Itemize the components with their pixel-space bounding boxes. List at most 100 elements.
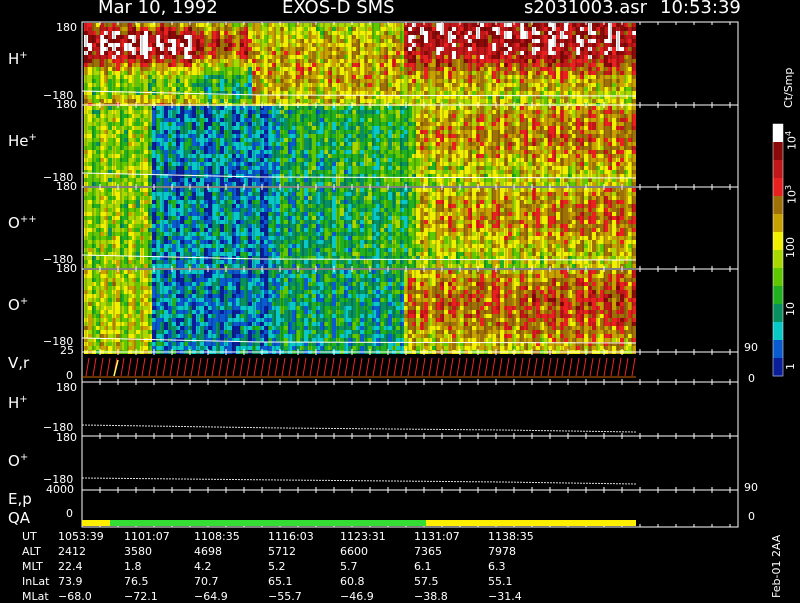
spectrogram-cell — [236, 95, 240, 99]
spectrogram-cell — [360, 43, 364, 47]
spectrogram-cell — [548, 75, 552, 79]
spectrogram-cell — [352, 146, 356, 150]
spectrogram-cell — [156, 31, 160, 35]
spectrogram-cell — [460, 130, 464, 134]
spectrogram-cell — [152, 118, 156, 122]
spectrogram-cell — [340, 134, 344, 138]
spectrogram-cell — [444, 47, 448, 51]
spectrogram-cell — [180, 27, 184, 31]
spectrogram-cell — [236, 142, 240, 146]
spectrogram-cell — [628, 67, 632, 71]
spectrogram-cell — [464, 71, 468, 75]
spectrogram-cell — [480, 154, 484, 158]
spectrogram-cell — [228, 106, 232, 110]
spectrogram-cell — [480, 35, 484, 39]
spectrogram-cell — [312, 162, 316, 166]
spectrogram-cell — [172, 126, 176, 130]
spectrogram-cell — [184, 99, 188, 103]
spectrogram-cell — [296, 39, 300, 43]
spectrogram-cell — [208, 110, 212, 114]
spectrogram-cell — [416, 150, 420, 154]
spectrogram-cell — [388, 178, 392, 182]
spectrogram-cell — [96, 47, 100, 51]
spectrogram-cell — [228, 118, 232, 122]
spectrogram-cell — [360, 91, 364, 95]
spectrogram-cell — [480, 110, 484, 114]
spectrogram-cell — [500, 59, 504, 63]
spectrogram-cell — [380, 142, 384, 146]
spectrogram-cell — [368, 91, 372, 95]
spectrogram-cell — [388, 91, 392, 95]
spectrogram-cell — [376, 63, 380, 67]
spectrogram-cell — [444, 43, 448, 47]
spectrogram-cell — [164, 31, 168, 35]
spectrogram-cell — [228, 178, 232, 182]
spectrogram-cell — [460, 162, 464, 166]
spectrogram-cell — [612, 59, 616, 63]
spectrogram-cell — [88, 130, 92, 134]
spectrogram-cell — [520, 67, 524, 71]
spectrogram-cell — [124, 182, 128, 186]
spectrogram-cell — [96, 178, 100, 182]
spectrogram-cell — [576, 75, 580, 79]
spectrogram-cell — [96, 162, 100, 166]
spectrogram-cell — [88, 31, 92, 35]
spectrogram-cell — [444, 23, 448, 27]
spectrogram-cell — [108, 174, 112, 178]
spectrogram-cell — [228, 162, 232, 166]
spectrogram-cell — [276, 138, 280, 142]
spectrogram-cell — [268, 150, 272, 154]
spectrogram-cell — [576, 43, 580, 47]
spectrogram-cell — [292, 63, 296, 67]
spectrogram-cell — [108, 23, 112, 27]
spectrogram-cell — [452, 27, 456, 31]
spectrogram-cell — [292, 75, 296, 79]
spectrogram-cell — [324, 122, 328, 126]
spectrogram-cell — [88, 150, 92, 154]
spectrogram-cell — [380, 150, 384, 154]
spectrogram-cell — [408, 122, 412, 126]
spectrogram-cell — [548, 79, 552, 83]
spectrogram-cell — [88, 146, 92, 150]
spectrogram-cell — [464, 106, 468, 110]
spectrogram-cell — [220, 166, 224, 170]
spectrogram-cell — [208, 118, 212, 122]
spectrogram-cell — [460, 59, 464, 63]
spectrogram-cell — [472, 67, 476, 71]
spectrogram-cell — [172, 162, 176, 166]
spectrogram-cell — [340, 35, 344, 39]
spectrogram-cell — [332, 91, 336, 95]
spectrogram-cell — [100, 114, 104, 118]
spectrogram-cell — [480, 39, 484, 43]
spectrogram-cell — [404, 35, 408, 39]
spectrogram-cell — [228, 114, 232, 118]
spectrogram-cell — [96, 122, 100, 126]
spectrogram-cell — [304, 182, 308, 186]
spectrogram-cell — [256, 178, 260, 182]
spectrogram-cell — [464, 126, 468, 130]
spectrogram-cell — [116, 138, 120, 142]
spectrogram-cell — [424, 154, 428, 158]
spectrogram-cell — [332, 55, 336, 59]
spectrogram-cell — [432, 91, 436, 95]
spectrogram-cell — [576, 99, 580, 103]
spectrogram-cell — [136, 126, 140, 130]
spectrogram-cell — [220, 170, 224, 174]
spectrogram-cell — [172, 178, 176, 182]
spectrogram-cell — [264, 67, 268, 71]
spectrogram-cell — [360, 75, 364, 79]
spectrogram-cell — [236, 27, 240, 31]
spectrogram-cell — [256, 27, 260, 31]
spectrogram-cell — [312, 23, 316, 27]
spectrogram-cell — [276, 166, 280, 170]
spectrogram-cell — [376, 162, 380, 166]
spectrogram-cell — [324, 71, 328, 75]
spectrogram-cell — [96, 51, 100, 55]
spectrogram-cell — [612, 31, 616, 35]
spectrogram-cell — [520, 99, 524, 103]
spectrogram-cell — [592, 27, 596, 31]
spectrogram-cell — [276, 134, 280, 138]
spectrogram-cell — [556, 67, 560, 71]
spectrogram-cell — [200, 146, 204, 150]
spectrogram-cell — [128, 134, 132, 138]
